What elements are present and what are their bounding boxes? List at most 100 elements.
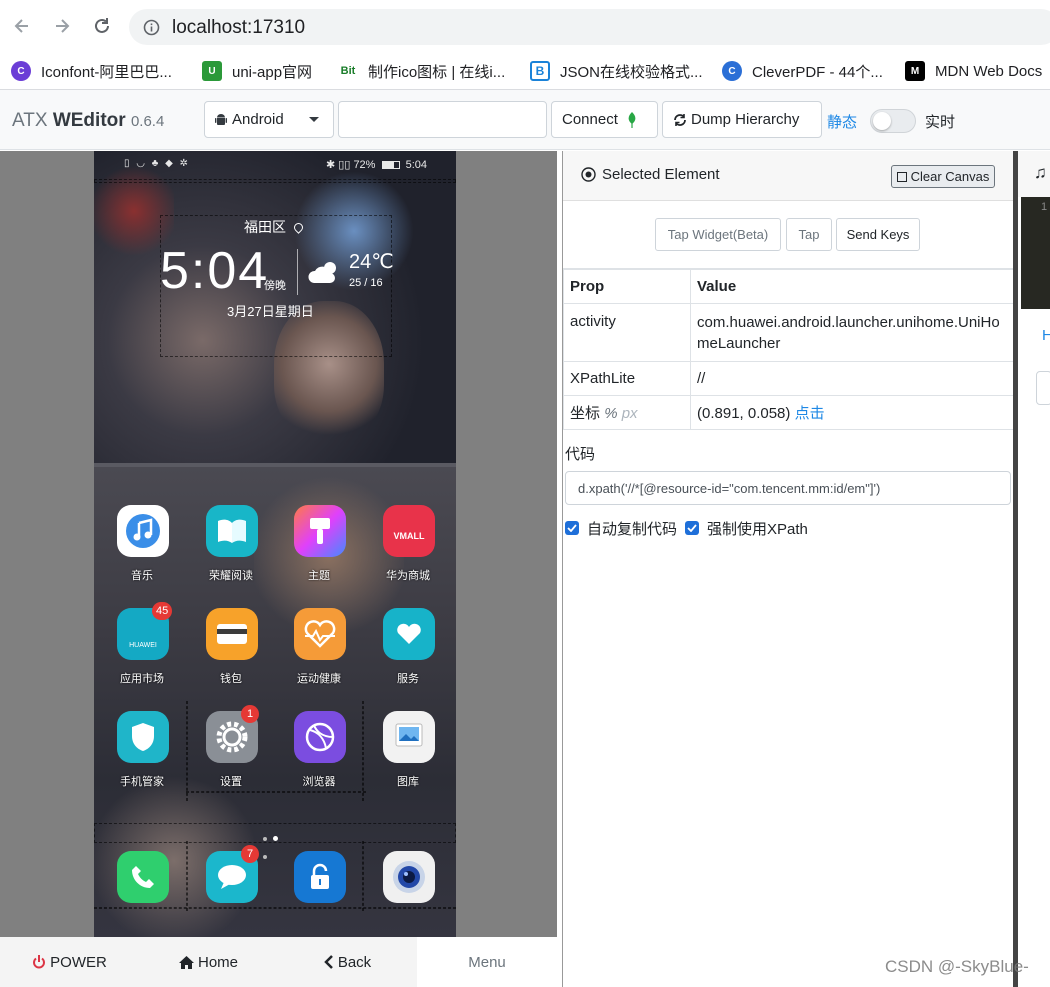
mdn-logo-icon: M bbox=[905, 61, 925, 81]
app-music[interactable]: 音乐 bbox=[98, 505, 186, 605]
battery-level: 72% bbox=[353, 159, 376, 171]
home-date: 3月27日星期日 bbox=[227, 304, 314, 319]
dock-camera[interactable] bbox=[364, 851, 452, 911]
bookmark-uniapp[interactable]: U uni-app官网 bbox=[202, 59, 312, 83]
app-service[interactable]: 服务 bbox=[364, 608, 452, 708]
square-icon bbox=[896, 171, 907, 182]
inspector-title-text: Selected Element bbox=[602, 166, 720, 183]
app-gallery[interactable]: 图库 bbox=[364, 711, 452, 811]
caret-down-icon bbox=[309, 117, 319, 122]
menu-button[interactable]: Menu bbox=[417, 937, 557, 987]
inspector-header: Selected Element Clear Canvas bbox=[563, 151, 1014, 201]
device-serial-input[interactable] bbox=[338, 101, 547, 138]
bookmark-iconfont[interactable]: C Iconfont-阿里巴巴... bbox=[11, 59, 172, 83]
app-appgallery[interactable]: HUAWEI 45 应用市场 bbox=[98, 602, 186, 708]
bookmark-bitbug[interactable]: Bit 制作ico图标 | 在线i... bbox=[338, 59, 505, 83]
notification-badge: 45 bbox=[152, 602, 173, 620]
line-number: 1 bbox=[1041, 201, 1048, 213]
chevron-left-icon bbox=[324, 955, 334, 969]
dock-lock[interactable] bbox=[275, 851, 363, 911]
connect-button[interactable]: Connect bbox=[551, 101, 658, 138]
app-browser[interactable]: 浏览器 bbox=[275, 711, 363, 811]
bookmark-cleverpdf[interactable]: C CleverPDF - 44个... bbox=[722, 59, 883, 83]
dump-hierarchy-button[interactable]: Dump Hierarchy bbox=[662, 101, 822, 138]
app-label: 荣耀阅读 bbox=[209, 570, 253, 582]
music-icon bbox=[117, 505, 169, 557]
dock-messages[interactable]: 7 bbox=[187, 845, 275, 911]
back-arrow-icon[interactable] bbox=[10, 14, 34, 38]
code-editor[interactable]: 1 bbox=[1021, 197, 1050, 309]
auto-copy-checkbox[interactable]: 自动复制代码 bbox=[565, 518, 677, 538]
value-column-header: Value bbox=[690, 269, 1014, 304]
app-label: 手机管家 bbox=[120, 776, 164, 788]
phone-icon bbox=[117, 851, 169, 903]
camera-icon bbox=[383, 851, 435, 903]
tap-widget-button[interactable]: Tap Widget(Beta) bbox=[655, 218, 781, 251]
notification-badge: 7 bbox=[241, 845, 259, 863]
app-vmall[interactable]: VMALL 华为商城 bbox=[364, 505, 452, 605]
status-bar: ▯ ◡ ♣ ◆ ✲ ✱ ▯▯ 72% 5:04 bbox=[94, 151, 456, 177]
vmall-icon: VMALL bbox=[383, 505, 435, 557]
unit-px-toggle[interactable]: px bbox=[622, 405, 638, 422]
force-xpath-label: 强制使用XPath bbox=[707, 520, 808, 538]
clear-canvas-button[interactable]: Clear Canvas bbox=[891, 165, 995, 188]
app-label: 图库 bbox=[397, 776, 419, 788]
app-reader[interactable]: 荣耀阅读 bbox=[187, 505, 275, 605]
home-clock[interactable]: 5:04 bbox=[160, 241, 269, 301]
send-keys-button[interactable]: Send Keys bbox=[836, 218, 920, 251]
code-input[interactable]: d.xpath('//*[@resource-id="com.tencent.m… bbox=[565, 471, 1011, 505]
table-header-row: Prop Value bbox=[563, 269, 1014, 304]
bookmark-label: uni-app官网 bbox=[232, 63, 313, 81]
static-mode-label[interactable]: 静态 bbox=[827, 111, 857, 132]
app-themes[interactable]: 主题 bbox=[275, 505, 363, 605]
app-wallet[interactable]: 钱包 bbox=[187, 608, 275, 708]
prop-cell: activity bbox=[563, 303, 691, 362]
status-time: 5:04 bbox=[405, 159, 428, 171]
reload-icon[interactable] bbox=[90, 14, 114, 38]
app-health[interactable]: 运动健康 bbox=[275, 608, 363, 708]
auto-copy-label: 自动复制代码 bbox=[587, 520, 678, 538]
forward-arrow-icon[interactable] bbox=[50, 14, 74, 38]
weather-district[interactable]: 福田区 bbox=[244, 217, 305, 237]
back-button[interactable]: Back bbox=[278, 937, 417, 987]
inspector-title: Selected Element bbox=[581, 166, 720, 183]
bookmarks-bar: C Iconfont-阿里巴巴... U uni-app官网 Bit 制作ico… bbox=[0, 52, 1050, 90]
live-mode-toggle[interactable] bbox=[870, 109, 916, 133]
cloud-sun-icon bbox=[306, 259, 342, 290]
temperature-range: 25 / 16 bbox=[349, 277, 383, 289]
status-icons-right: ✱ ▯▯ 72% 5:04 bbox=[326, 158, 427, 171]
info-icon[interactable] bbox=[143, 19, 160, 41]
checkmark-icon bbox=[565, 521, 579, 535]
dock-phone[interactable] bbox=[98, 851, 186, 911]
device-controls: POWER Home Back Menu bbox=[0, 937, 557, 987]
home-button[interactable]: Home bbox=[139, 937, 278, 987]
address-bar[interactable]: localhost:17310 bbox=[129, 9, 1050, 45]
music-note-icon: ♫ bbox=[1034, 163, 1047, 182]
huawei-logo-text: HUAWEI bbox=[129, 641, 157, 649]
app-label: 音乐 bbox=[131, 570, 153, 582]
platform-dropdown[interactable]: Android bbox=[204, 101, 334, 138]
bookmark-mdn[interactable]: M MDN Web Docs bbox=[905, 59, 1042, 83]
app-phone-manager[interactable]: 手机管家 bbox=[98, 711, 186, 811]
power-icon bbox=[32, 955, 46, 969]
app-label: 钱包 bbox=[220, 673, 242, 685]
screen: localhost:17310 C Iconfont-阿里巴巴... U uni… bbox=[0, 0, 1050, 987]
table-row: activity com.huawei.android.launcher.uni… bbox=[563, 303, 1014, 362]
unit-percent-toggle[interactable]: % bbox=[604, 405, 617, 422]
device-screen[interactable]: ▯ ◡ ♣ ◆ ✲ ✱ ▯▯ 72% 5:04 福田区 5:04 傍晚 24℃ … bbox=[94, 151, 456, 937]
app-settings[interactable]: 1 设置 bbox=[187, 705, 275, 811]
power-button[interactable]: POWER bbox=[0, 937, 139, 987]
hierarchy-link[interactable]: H bbox=[1042, 327, 1050, 344]
tap-button[interactable]: Tap bbox=[786, 218, 832, 251]
back-label: Back bbox=[337, 953, 372, 971]
coord-click-link[interactable]: 点击 bbox=[795, 405, 825, 422]
prop-column-header: Prop bbox=[563, 269, 691, 304]
target-icon bbox=[581, 167, 596, 182]
hierarchy-tool-button[interactable] bbox=[1036, 371, 1050, 405]
district-label: 福田区 bbox=[244, 219, 286, 235]
bookmark-bejson[interactable]: B JSON在线校验格式... bbox=[530, 59, 703, 83]
live-mode-label: 实时 bbox=[925, 114, 956, 131]
bejson-logo-icon: B bbox=[530, 61, 550, 81]
force-xpath-checkbox[interactable]: 强制使用XPath bbox=[685, 518, 808, 538]
iconfont-logo-icon: C bbox=[11, 61, 31, 81]
